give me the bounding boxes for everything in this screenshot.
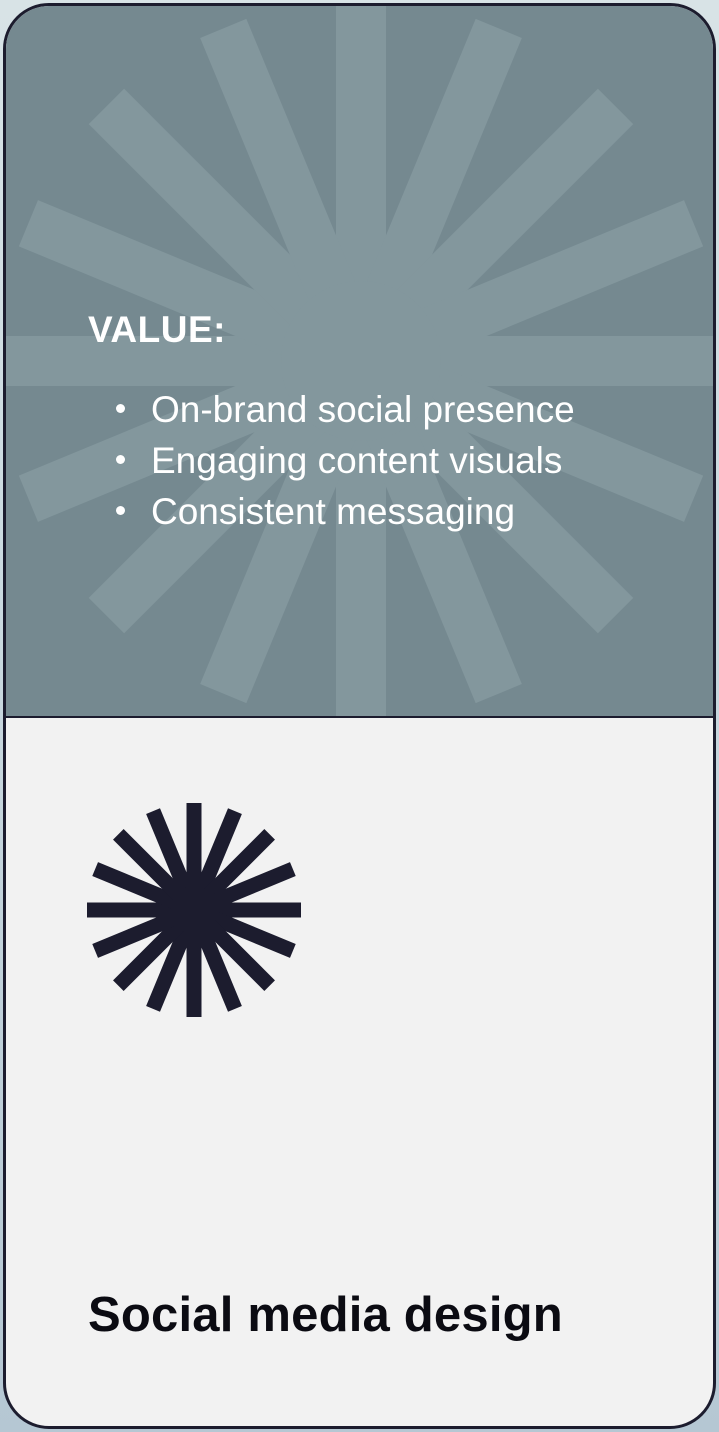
- value-item: Engaging content visuals: [111, 435, 581, 486]
- value-item: On-brand social presence: [111, 384, 581, 435]
- card-title: Social media design: [88, 1288, 563, 1342]
- sunburst-watermark-icon: [6, 6, 713, 716]
- value-item: Consistent messaging: [111, 486, 581, 537]
- value-heading: VALUE:: [88, 309, 226, 350]
- card-top-panel: VALUE: On-brand social presence Engaging…: [6, 6, 713, 716]
- sunburst-icon: [87, 803, 301, 1017]
- service-card[interactable]: VALUE: On-brand social presence Engaging…: [3, 3, 716, 1429]
- value-list: On-brand social presence Engaging conten…: [111, 384, 581, 537]
- panel-divider: [6, 716, 713, 718]
- sunburst-center: [170, 886, 218, 934]
